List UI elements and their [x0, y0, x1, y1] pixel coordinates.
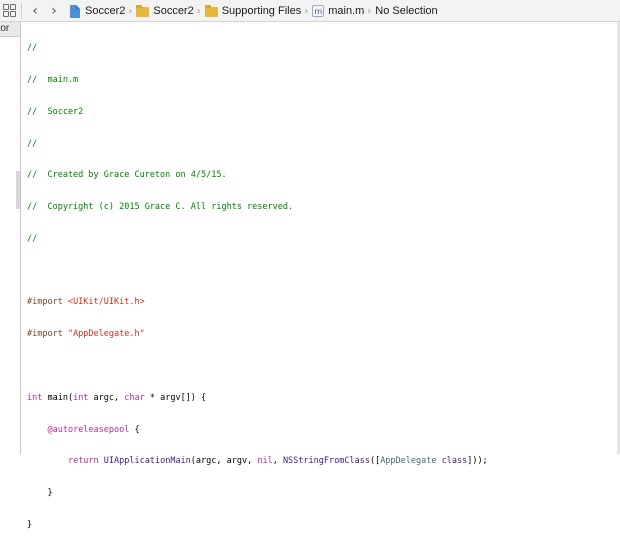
forward-chevron-icon[interactable]: › — [46, 3, 62, 19]
code-line: #import <UIKit/UIKit.h> — [27, 297, 617, 308]
code-line: // Copyright (c) 2015 Grace C. All right… — [27, 202, 294, 213]
keyword: @autoreleasepool — [47, 424, 130, 435]
breadcrumb-group[interactable]: Soccer2 — [136, 5, 194, 17]
keyword: return — [67, 456, 99, 467]
code-text: , — [272, 456, 283, 467]
code-line: int main(int argc, char * argv[]) { — [27, 393, 617, 404]
code-line: // — [27, 138, 38, 149]
editor-gutter — [21, 22, 26, 454]
code-text: ([ — [369, 456, 381, 467]
breadcrumb-subgroup[interactable]: Supporting Files — [204, 5, 302, 17]
folder-icon — [204, 5, 218, 17]
breadcrumb-file-label: main.m — [328, 5, 365, 17]
change-indicator — [16, 171, 20, 209]
breadcrumb-project-label: Soccer2 — [85, 5, 126, 17]
code-line: return UIApplicationMain(argc, argv, nil… — [27, 456, 617, 467]
code-line: // main.m — [27, 74, 79, 85]
breadcrumb: Soccer2 › Soccer2 › Supporting Files › m… — [70, 0, 438, 22]
code-line: #import "AppDelegate.h" — [27, 329, 617, 340]
breadcrumb-selection[interactable]: No Selection — [375, 5, 437, 17]
navigator-panel: ator — [0, 22, 21, 454]
function-name: UIApplicationMain — [103, 456, 191, 467]
toolbar-divider — [21, 3, 22, 19]
project-class: AppDelegate — [380, 456, 437, 467]
function-name: NSStringFromClass — [282, 456, 370, 467]
chevron-right-icon: › — [128, 5, 133, 17]
chevron-right-icon: › — [367, 5, 372, 17]
import-path: <UIKit/UIKit.h> — [67, 297, 145, 308]
chevron-right-icon: › — [196, 5, 201, 17]
code-line: // — [27, 43, 38, 54]
code-text: main( — [42, 392, 74, 403]
breadcrumb-selection-label: No Selection — [375, 5, 438, 17]
code-line: // Soccer2 — [27, 106, 84, 117]
method-name: class — [441, 456, 468, 467]
breadcrumb-group-label: Soccer2 — [153, 5, 194, 17]
keyword: nil — [257, 456, 273, 467]
jump-bar: ‹ › Soccer2 › Soccer2 › Supporting Files… — [0, 0, 620, 22]
breadcrumb-file[interactable]: m main.m — [312, 5, 364, 17]
import-path: "AppDelegate.h" — [67, 329, 145, 340]
import-directive: #import — [27, 329, 68, 340]
navigator-tab-label: ator — [0, 23, 10, 34]
navigator-tab[interactable]: ator — [0, 22, 20, 37]
folder-icon — [136, 5, 150, 17]
code-line: } — [27, 519, 33, 530]
keyword: int — [73, 392, 89, 403]
code-line: } — [27, 488, 53, 499]
project-file-icon — [70, 4, 80, 18]
breadcrumb-subgroup-label: Supporting Files — [221, 5, 302, 17]
code-line: // Created by Grace Cureton on 4/5/15. — [27, 170, 227, 181]
code-text: (argc, argv, — [190, 456, 258, 467]
related-items-grid-icon[interactable] — [3, 4, 16, 17]
keyword: int — [27, 392, 43, 403]
chevron-right-icon: › — [304, 5, 309, 17]
keyword: char — [124, 392, 145, 403]
code-text: ])); — [467, 456, 488, 467]
objc-file-icon: m — [312, 5, 325, 17]
code-text: * argv[]) { — [144, 392, 207, 403]
breadcrumb-project[interactable]: Soccer2 — [70, 4, 126, 18]
source-editor[interactable]: // // main.m // Soccer2 // // Created by… — [27, 22, 617, 530]
import-directive: #import — [27, 297, 68, 308]
code-line: @autoreleasepool { — [27, 425, 617, 436]
back-chevron-icon[interactable]: ‹ — [27, 3, 43, 19]
code-text: { — [129, 424, 140, 435]
code-line: // — [27, 233, 38, 244]
code-text: argc, — [88, 392, 125, 403]
